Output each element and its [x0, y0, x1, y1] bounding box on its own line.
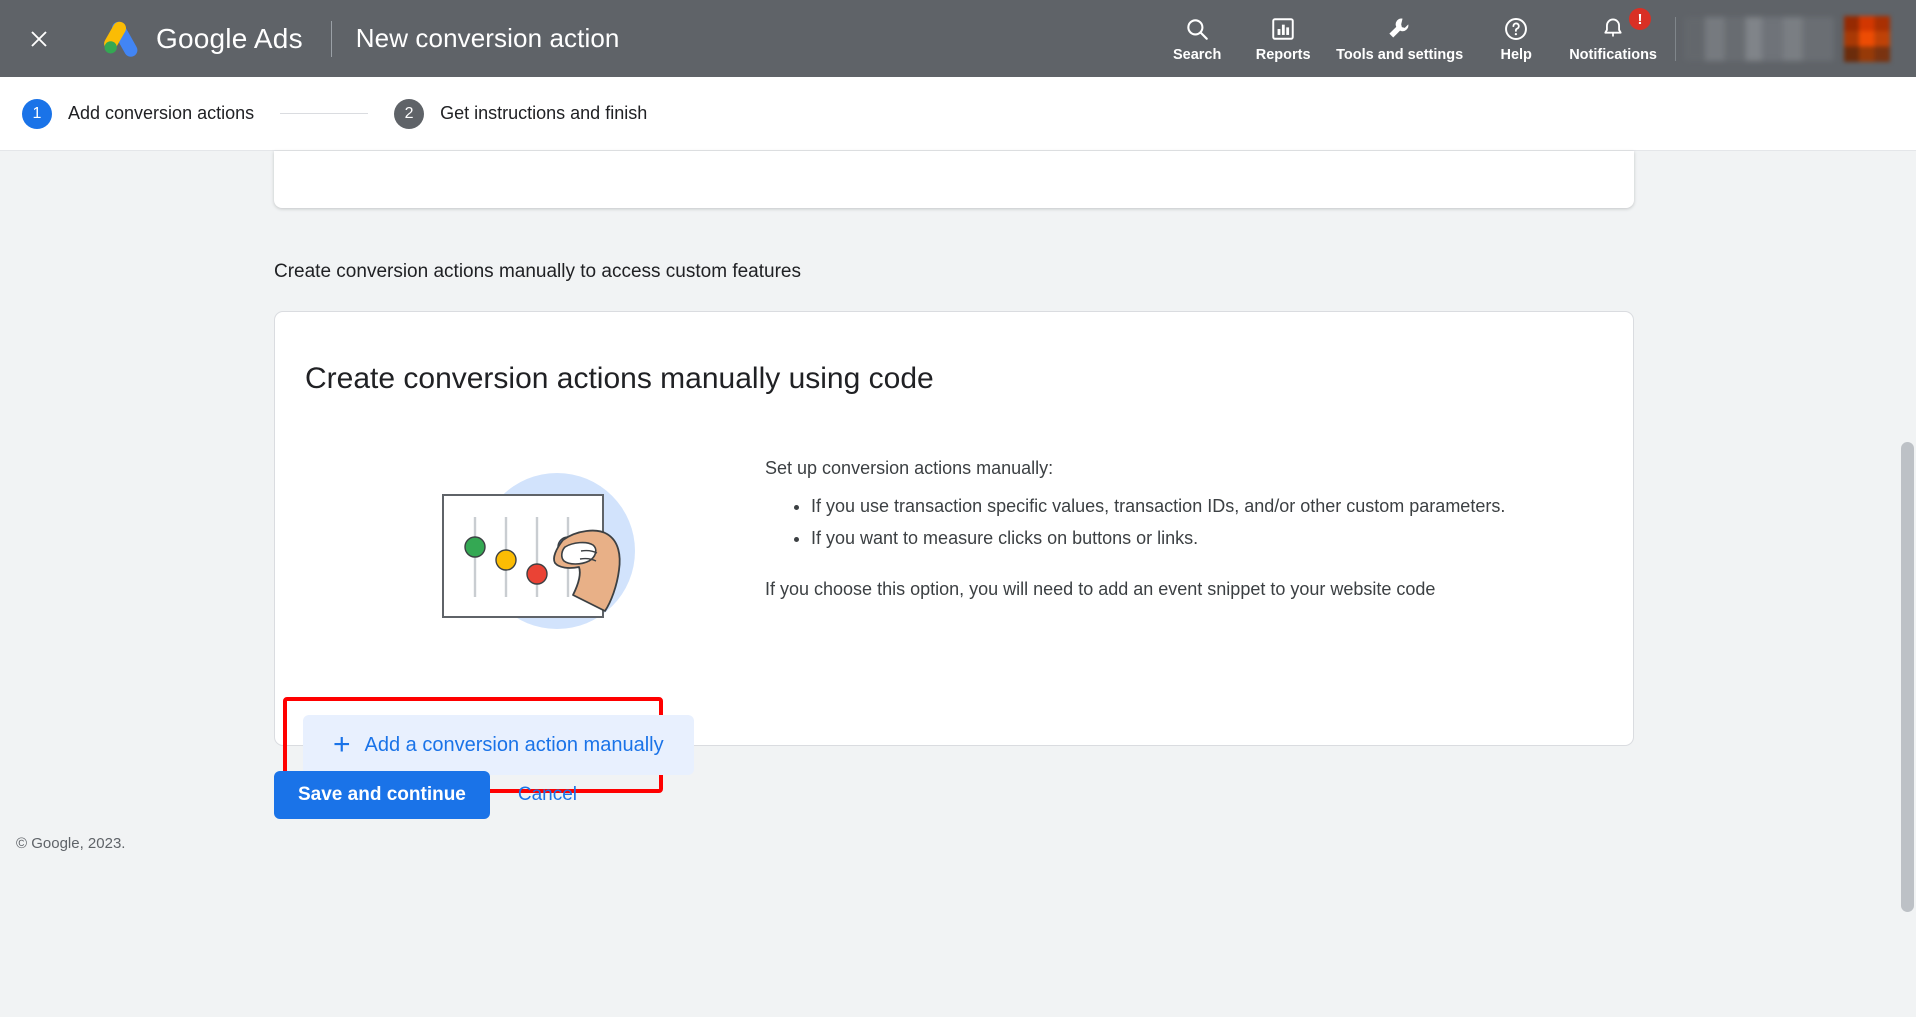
nav-tools-and-settings[interactable]: Tools and settings: [1326, 0, 1473, 77]
help-circle-icon: [1503, 15, 1529, 43]
add-conversion-action-button[interactable]: + Add a conversion action manually: [303, 715, 694, 775]
manual-conversion-card: Create conversion actions manually using…: [274, 311, 1634, 746]
step-1[interactable]: 1 Add conversion actions: [22, 99, 254, 129]
page-title: New conversion action: [356, 23, 620, 54]
cancel-button[interactable]: Cancel: [518, 784, 577, 806]
previous-card-partial: [274, 151, 1634, 208]
form-actions: Save and continue Cancel: [274, 771, 577, 819]
close-button[interactable]: [22, 22, 56, 56]
step-2-label: Get instructions and finish: [440, 103, 647, 124]
nav-help[interactable]: Help: [1473, 0, 1559, 77]
add-conversion-action-label: Add a conversion action manually: [365, 734, 664, 757]
step-connector: [280, 113, 368, 114]
save-and-continue-button[interactable]: Save and continue: [274, 771, 490, 819]
bell-icon: [1600, 15, 1626, 43]
list-item: If you want to measure clicks on buttons…: [811, 522, 1555, 554]
account-area[interactable]: [1684, 0, 1916, 77]
google-ads-logo-icon: [98, 18, 140, 60]
bar-chart-icon: [1270, 15, 1296, 43]
body-footnote: If you choose this option, you will need…: [765, 579, 1555, 600]
wrench-icon: [1386, 15, 1413, 43]
header-nav: Search Reports Tools and settings: [1154, 0, 1916, 77]
step-2-number: 2: [394, 99, 424, 129]
search-icon: [1184, 15, 1210, 43]
plus-icon: +: [333, 730, 351, 760]
body-lead: Set up conversion actions manually:: [765, 455, 1555, 481]
avatar[interactable]: [1844, 16, 1890, 62]
footer-copyright: © Google, 2023.: [16, 835, 125, 852]
body-bullet-list: If you use transaction specific values, …: [811, 490, 1555, 554]
nav-notifications-label: Notifications: [1569, 48, 1657, 63]
step-1-label: Add conversion actions: [68, 103, 254, 124]
page-content: Create conversion actions manually to ac…: [0, 151, 1916, 866]
nav-search-label: Search: [1173, 48, 1221, 63]
brand-logo[interactable]: Google Ads: [98, 18, 303, 60]
card-body: Set up conversion actions manually: If y…: [765, 455, 1555, 600]
nav-search[interactable]: Search: [1154, 0, 1240, 77]
title-divider: [331, 21, 332, 57]
close-icon: [27, 27, 51, 51]
nav-notifications[interactable]: ! Notifications: [1559, 0, 1667, 77]
scrollbar-track[interactable]: [1899, 302, 1916, 1017]
nav-reports[interactable]: Reports: [1240, 0, 1326, 77]
nav-divider: [1675, 17, 1676, 61]
app-header: Google Ads New conversion action Search: [0, 0, 1916, 77]
step-1-number: 1: [22, 99, 52, 129]
account-info-redacted: [1684, 17, 1834, 61]
section-heading: Create conversion actions manually to ac…: [274, 261, 801, 283]
nav-help-label: Help: [1500, 48, 1531, 63]
sliders-hand-illustration-icon: [405, 455, 665, 650]
nav-reports-label: Reports: [1256, 48, 1311, 63]
scrollbar-thumb[interactable]: [1901, 442, 1914, 912]
step-2[interactable]: 2 Get instructions and finish: [394, 99, 647, 129]
card-title: Create conversion actions manually using…: [305, 362, 934, 396]
nav-tools-label: Tools and settings: [1336, 48, 1463, 63]
notification-badge[interactable]: !: [1629, 8, 1651, 30]
brand-name: Google Ads: [156, 23, 303, 55]
progress-stepper: 1 Add conversion actions 2 Get instructi…: [0, 77, 1916, 151]
list-item: If you use transaction specific values, …: [811, 490, 1555, 522]
